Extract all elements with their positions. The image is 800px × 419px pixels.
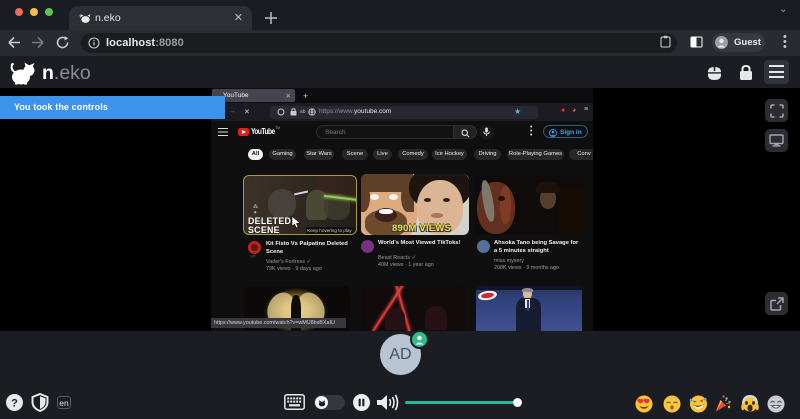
svg-text:?: ?	[11, 398, 18, 410]
